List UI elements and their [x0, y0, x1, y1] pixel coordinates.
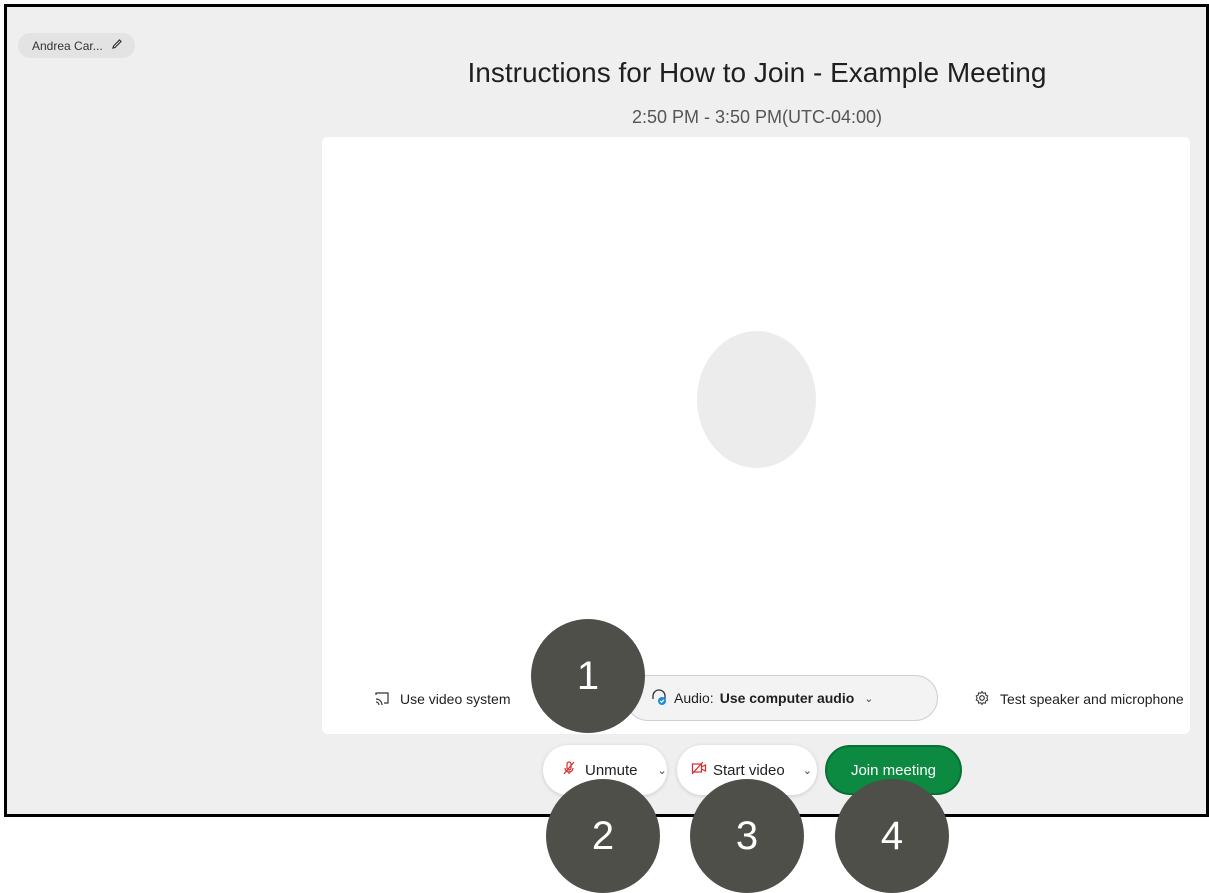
display-name-chip[interactable]: Andrea Car...	[18, 33, 135, 58]
callout-marker-3: 3	[690, 779, 804, 893]
chevron-down-icon: ⌄	[864, 692, 874, 705]
video-off-icon	[691, 760, 707, 780]
unmute-label: Unmute	[585, 761, 638, 779]
start-video-label: Start video	[713, 761, 785, 779]
meeting-title: Instructions for How to Join - Example M…	[467, 57, 1047, 88]
muted-microphone-icon	[561, 760, 577, 780]
avatar-placeholder	[697, 331, 816, 468]
audio-select[interactable]: Audio: Use computer audio ⌄	[625, 675, 938, 721]
test-speaker-button[interactable]: Test speaker and microphone	[974, 684, 1184, 714]
pencil-icon[interactable]	[111, 38, 123, 53]
chevron-down-icon[interactable]: ⌄	[803, 764, 812, 777]
test-speaker-label: Test speaker and microphone	[1000, 691, 1184, 707]
callout-marker-4: 4	[835, 779, 949, 893]
use-video-system-button[interactable]: Use video system	[374, 684, 510, 714]
cast-icon	[374, 690, 390, 709]
audio-label: Audio:	[674, 690, 714, 706]
video-preview-panel: Use video system Audio: Use computer aud…	[322, 137, 1190, 734]
gear-icon	[974, 690, 990, 709]
meeting-time: 2:50 PM - 3:50 PM(UTC-04:00)	[631, 107, 883, 127]
callout-marker-1: 1	[531, 619, 645, 733]
chevron-down-icon[interactable]: ⌄	[658, 764, 667, 777]
audio-value: Use computer audio	[719, 690, 855, 706]
use-video-system-label: Use video system	[400, 691, 511, 707]
headset-icon	[650, 688, 668, 709]
callout-marker-2: 2	[546, 779, 660, 893]
display-name: Andrea Car...	[32, 38, 103, 53]
